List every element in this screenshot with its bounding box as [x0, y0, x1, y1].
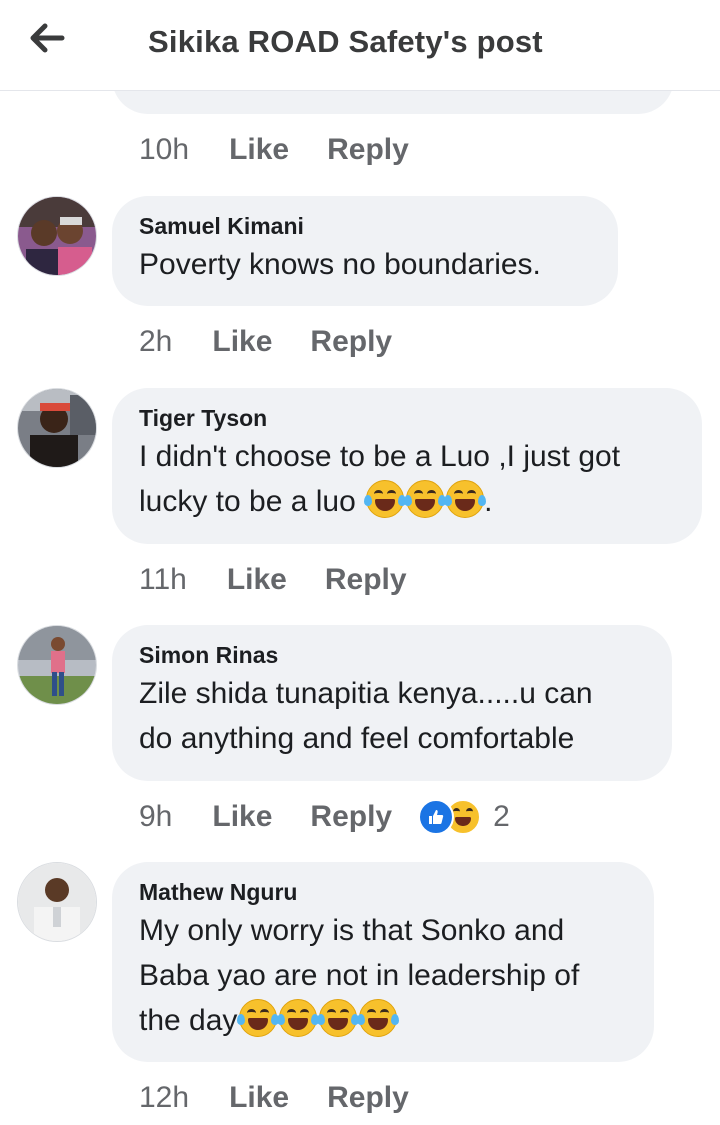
face-with-tears-of-joy-icon — [237, 999, 280, 1037]
profile-photo — [18, 389, 96, 467]
rolling-on-floor-laughing-icon — [364, 480, 407, 518]
reaction-summary[interactable]: 2 — [418, 799, 510, 835]
comment-text-line: do anything and feel comfortable — [139, 722, 575, 755]
reply-button[interactable]: Reply — [310, 325, 392, 359]
like-button[interactable]: Like — [229, 1081, 289, 1115]
comment-author[interactable]: Mathew Nguru — [139, 878, 627, 906]
comment-text-fragment: the day — [139, 1004, 238, 1037]
reply-button[interactable]: Reply — [310, 800, 392, 834]
reply-button[interactable]: Reply — [327, 133, 409, 167]
reply-button[interactable]: Reply — [325, 563, 407, 597]
avatar[interactable] — [17, 862, 97, 942]
comment-text-fragment: lucky to be a luo — [139, 485, 356, 518]
comment-actions: 2h Like Reply — [139, 322, 430, 362]
comment-text-line: lucky to be a luo . — [139, 479, 675, 524]
comment-author[interactable]: Simon Rinas — [139, 641, 645, 669]
comment-text-line: My only worry is that Sonko and — [139, 914, 565, 947]
face-with-tears-of-joy-icon — [444, 480, 487, 518]
back-button[interactable] — [22, 18, 72, 58]
face-with-tears-of-joy-icon — [357, 999, 400, 1037]
arrow-left-icon — [30, 23, 65, 53]
previous-comment-actions: 10h Like Reply — [139, 130, 447, 170]
rolling-on-floor-laughing-icon — [404, 480, 447, 518]
profile-photo — [18, 863, 96, 941]
comment-time: 10h — [139, 133, 190, 166]
avatar[interactable] — [17, 388, 97, 468]
comment-actions: 11h Like Reply — [139, 560, 445, 600]
comments-page: 10h Like Reply Sikika ROAD Safety's post — [0, 0, 720, 1125]
comment-bubble[interactable]: Tiger Tyson I didn't choose to be a Luo … — [112, 388, 702, 544]
comment-actions: 9h Like Reply 2 — [139, 797, 510, 837]
comment-actions: 12h Like Reply — [139, 1078, 447, 1118]
comment-text: Zile shida tunapitia kenya.....u can do … — [139, 671, 645, 761]
comment-author[interactable]: Tiger Tyson — [139, 404, 675, 432]
profile-photo — [18, 197, 96, 275]
comment-bubble[interactable]: Samuel Kimani Poverty knows no boundarie… — [112, 196, 618, 306]
like-reaction-icon — [418, 799, 455, 835]
like-button[interactable]: Like — [212, 325, 272, 359]
reaction-count: 2 — [493, 800, 510, 833]
comment-text: I didn't choose to be a Luo ,I just got … — [139, 434, 675, 524]
comment-text-line: Zile shida tunapitia kenya.....u can — [139, 677, 593, 710]
comment-text: Poverty knows no boundaries. — [139, 248, 541, 281]
comment-time: 9h — [139, 800, 173, 833]
like-button[interactable]: Like — [227, 563, 287, 597]
comment-time: 12h — [139, 1081, 190, 1114]
comment-author[interactable]: Samuel Kimani — [139, 212, 591, 240]
comment-time: 11h — [139, 563, 187, 596]
top-bar: Sikika ROAD Safety's post — [0, 0, 720, 91]
face-with-tears-of-joy-icon — [277, 999, 320, 1037]
like-button[interactable]: Like — [229, 133, 289, 167]
thumbs-up-icon — [429, 810, 444, 824]
comment-text-line: I didn't choose to be a Luo ,I just got — [139, 440, 621, 473]
comment-text-line: Baba yao are not in leadership of — [139, 959, 580, 992]
page-title: Sikika ROAD Safety's post — [148, 24, 543, 59]
like-button[interactable]: Like — [212, 800, 272, 834]
avatar[interactable] — [17, 625, 97, 705]
comment-text-line: the day — [139, 998, 627, 1043]
comment-bubble[interactable]: Mathew Nguru My only worry is that Sonko… — [112, 862, 654, 1062]
comment-text: My only worry is that Sonko and Baba yao… — [139, 908, 627, 1043]
face-with-tears-of-joy-icon — [317, 999, 360, 1037]
comment-bubble[interactable]: Simon Rinas Zile shida tunapitia kenya..… — [112, 625, 672, 781]
reply-button[interactable]: Reply — [327, 1081, 409, 1115]
avatar[interactable] — [17, 196, 97, 276]
profile-photo — [18, 626, 96, 704]
comment-time: 2h — [139, 325, 173, 358]
